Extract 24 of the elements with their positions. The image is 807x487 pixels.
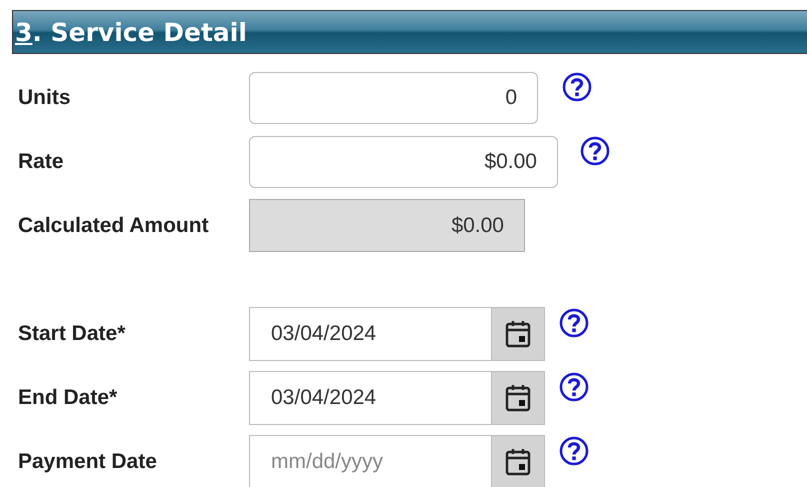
help-icon[interactable] — [580, 136, 610, 166]
date-field[interactable]: 03/04/2024 — [249, 306, 491, 360]
date-field[interactable]: mm/dd/yyyy — [249, 434, 491, 487]
field-label: Calculated Amount — [18, 214, 210, 238]
help-icon[interactable] — [559, 436, 589, 466]
field-label: Rate — [18, 150, 65, 174]
help-icon[interactable] — [559, 308, 589, 338]
field-label: Units — [18, 86, 72, 110]
date-field[interactable]: 03/04/2024 — [249, 370, 491, 424]
help-icon[interactable] — [559, 372, 589, 402]
calendar-button[interactable] — [491, 370, 545, 424]
field-label: End Date* — [18, 386, 118, 410]
calendar-icon — [505, 384, 531, 412]
help-icon[interactable] — [562, 72, 592, 102]
calendar-icon — [505, 448, 531, 476]
field-label: Payment Date — [18, 450, 158, 474]
input-field[interactable]: $0.00 — [249, 136, 558, 188]
input-field[interactable]: 0 — [249, 72, 538, 124]
section-title: 3. Service Detail — [14, 18, 247, 46]
calculated-amount-display: $0.00 — [249, 199, 525, 252]
calendar-icon — [505, 320, 531, 348]
calendar-button[interactable] — [491, 434, 545, 487]
calendar-button[interactable] — [491, 306, 545, 360]
field-label: Start Date* — [18, 322, 126, 346]
